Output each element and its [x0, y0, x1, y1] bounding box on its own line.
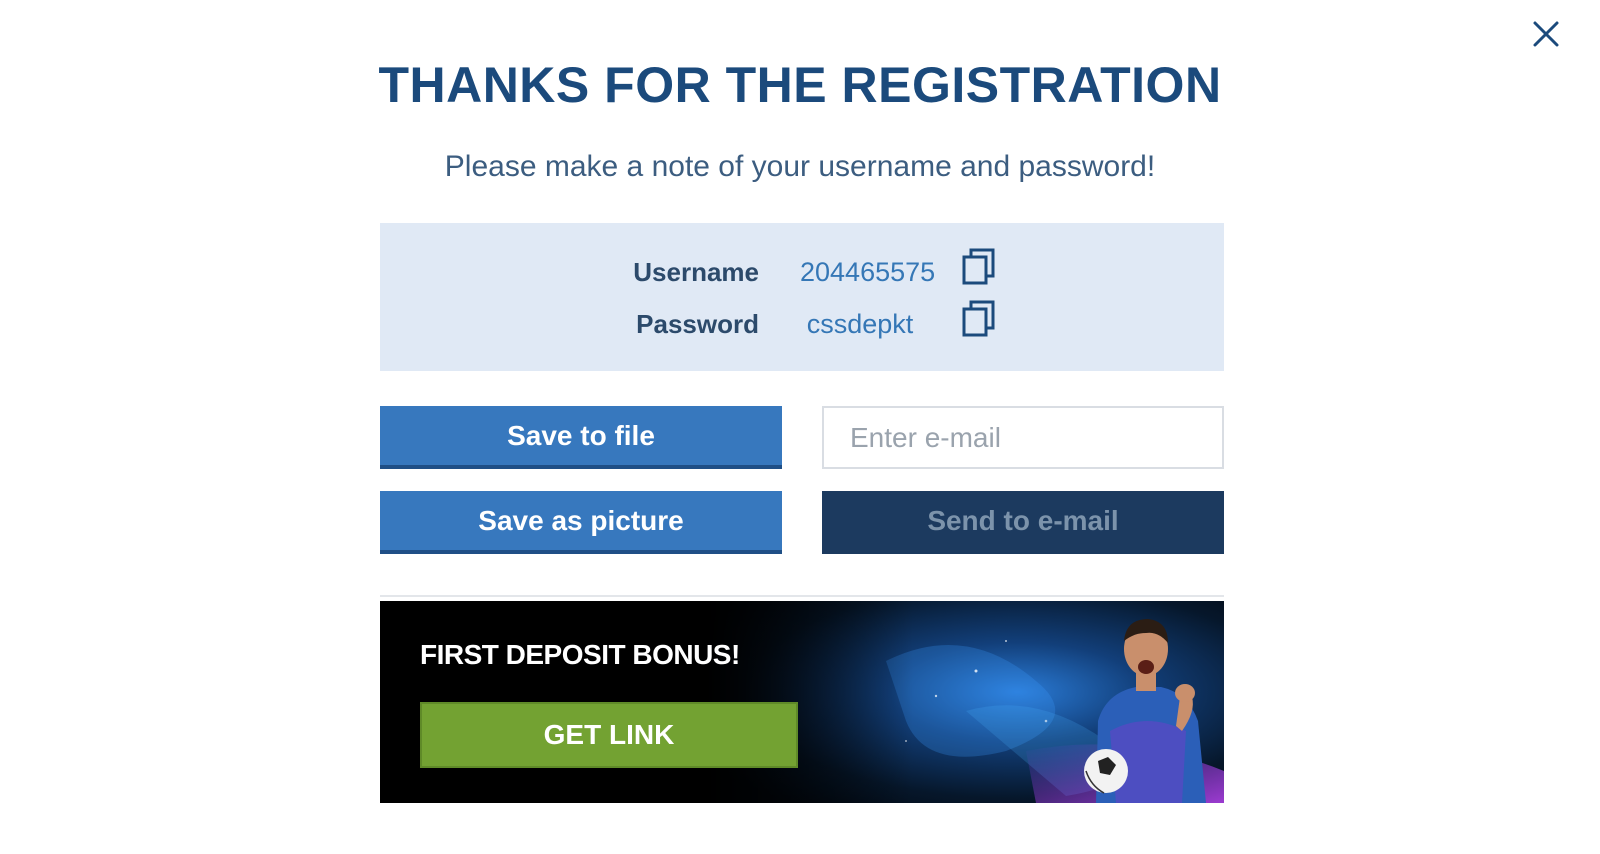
copy-icon[interactable]: [961, 299, 997, 339]
bonus-banner[interactable]: FIRST DEPOSIT BONUS! GET LINK: [380, 601, 1224, 803]
copy-icon[interactable]: [961, 247, 997, 287]
password-row: Password cssdepkt: [380, 300, 1224, 343]
dialog-subtitle: Please make a note of your username and …: [444, 150, 1156, 183]
send-to-email-button[interactable]: Send to e-mail: [822, 491, 1224, 554]
save-as-picture-button[interactable]: Save as picture: [380, 491, 782, 554]
divider: [380, 595, 1224, 597]
password-label: Password: [636, 309, 759, 339]
save-to-file-button[interactable]: Save to file: [380, 406, 782, 469]
username-row: Username 204465575: [380, 248, 1224, 291]
username-value: 204465575: [800, 257, 936, 287]
credentials-panel: Username 204465575 Password cssdepkt: [380, 223, 1224, 371]
dialog-title: THANKS FOR THE REGISTRATION: [378, 57, 1222, 113]
close-icon[interactable]: [1532, 20, 1560, 48]
get-link-button[interactable]: GET LINK: [420, 702, 798, 768]
password-value: cssdepkt: [806, 309, 914, 339]
banner-title: FIRST DEPOSIT BONUS!: [420, 639, 740, 670]
registration-success-dialog: THANKS FOR THE REGISTRATION Please make …: [0, 0, 1600, 854]
email-field[interactable]: [822, 406, 1224, 469]
username-label: Username: [633, 257, 759, 287]
